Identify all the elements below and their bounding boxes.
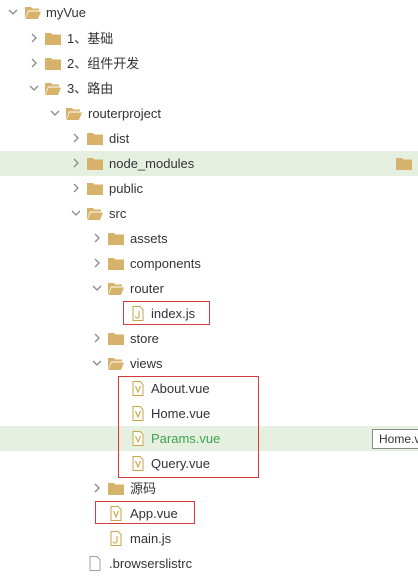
tree-item-label: assets <box>130 231 168 246</box>
tree-item-router[interactable]: router <box>0 276 418 301</box>
tree-item-myvue[interactable]: myVue <box>0 0 418 25</box>
folder-icon <box>396 158 412 170</box>
folder-open-icon <box>108 283 124 295</box>
chevron-right-icon[interactable] <box>28 57 40 69</box>
folder-icon <box>87 133 103 145</box>
chevron-right-icon[interactable] <box>91 257 103 269</box>
folder-icon <box>108 333 124 345</box>
chevron-right-icon[interactable] <box>91 232 103 244</box>
chevron-down-icon[interactable] <box>7 6 19 18</box>
folder-icon <box>87 183 103 195</box>
tree-item-label: public <box>109 181 143 196</box>
tree-item-browserslistrc[interactable]: .browserslistrc <box>0 551 418 576</box>
folder-icon <box>108 233 124 245</box>
annotation-box-app-vue <box>95 501 195 524</box>
tree-item-label: 3、路由 <box>67 81 114 96</box>
folder-icon <box>108 483 124 495</box>
folder-open-icon <box>45 83 61 95</box>
chevron-right-icon[interactable] <box>28 32 40 44</box>
tree-item-components[interactable]: components <box>0 251 418 276</box>
folder-icon <box>87 158 103 170</box>
chevron-down-icon[interactable] <box>28 82 40 94</box>
tree-item-dist[interactable]: dist <box>0 126 418 151</box>
tree-item-assets[interactable]: assets <box>0 226 418 251</box>
annotation-box-index-js <box>123 301 210 325</box>
folder-open-icon <box>66 108 82 120</box>
tree-item-label: src <box>109 206 127 221</box>
tree-item-src[interactable]: src <box>0 201 418 226</box>
chevron-right-icon[interactable] <box>91 332 103 344</box>
tree-item-routerproject[interactable]: routerproject <box>0 101 418 126</box>
tree-item-label: dist <box>109 131 130 146</box>
chevron-right-icon[interactable] <box>70 182 82 194</box>
folder-open-icon <box>108 358 124 370</box>
tree-item-label: router <box>130 281 164 296</box>
tree-item-label: store <box>130 331 159 346</box>
chevron-down-icon[interactable] <box>91 282 103 294</box>
tree-item-label: .browserslistrc <box>109 556 193 571</box>
tooltip: Home.v <box>372 429 418 449</box>
tree-item-main-js[interactable]: main.js <box>0 526 418 551</box>
tree-item-label: views <box>130 356 163 371</box>
chevron-right-icon[interactable] <box>91 482 103 494</box>
tree-item-node-modules[interactable]: node_modules <box>0 151 418 176</box>
chevron-down-icon[interactable] <box>49 107 61 119</box>
folder-open-icon <box>25 7 41 19</box>
tree-item-label: node_modules <box>109 156 195 171</box>
chevron-down-icon[interactable] <box>91 357 103 369</box>
folder-icon <box>108 258 124 270</box>
folder-icon <box>45 33 61 45</box>
annotation-box-views-files <box>118 376 259 478</box>
tree-item-item[interactable]: 源码 <box>0 476 418 501</box>
tree-item-public[interactable]: public <box>0 176 418 201</box>
chevron-right-icon[interactable] <box>70 132 82 144</box>
tree-item-views[interactable]: views <box>0 351 418 376</box>
folder-icon <box>45 58 61 70</box>
tree-item-label: 2、组件开发 <box>67 56 140 71</box>
file-icon <box>89 556 101 571</box>
tree-item-label: routerproject <box>88 106 161 121</box>
tree-item-1[interactable]: 1、基础 <box>0 26 418 51</box>
tree-item-label: 1、基础 <box>67 31 114 46</box>
tree-item-2[interactable]: 2、组件开发 <box>0 51 418 76</box>
tree-item-app-vue[interactable]: App.vue <box>0 501 418 526</box>
chevron-down-icon[interactable] <box>70 207 82 219</box>
tree-item-3[interactable]: 3、路由 <box>0 76 418 101</box>
tree-item-label: main.js <box>130 531 172 546</box>
tree-item-store[interactable]: store <box>0 326 418 351</box>
js-file-icon <box>110 531 122 546</box>
tree-item-label: components <box>130 256 201 271</box>
chevron-right-icon[interactable] <box>70 157 82 169</box>
tree-item-label: 源码 <box>130 481 157 496</box>
folder-open-icon <box>87 208 103 220</box>
tree-item-label: myVue <box>46 5 86 20</box>
